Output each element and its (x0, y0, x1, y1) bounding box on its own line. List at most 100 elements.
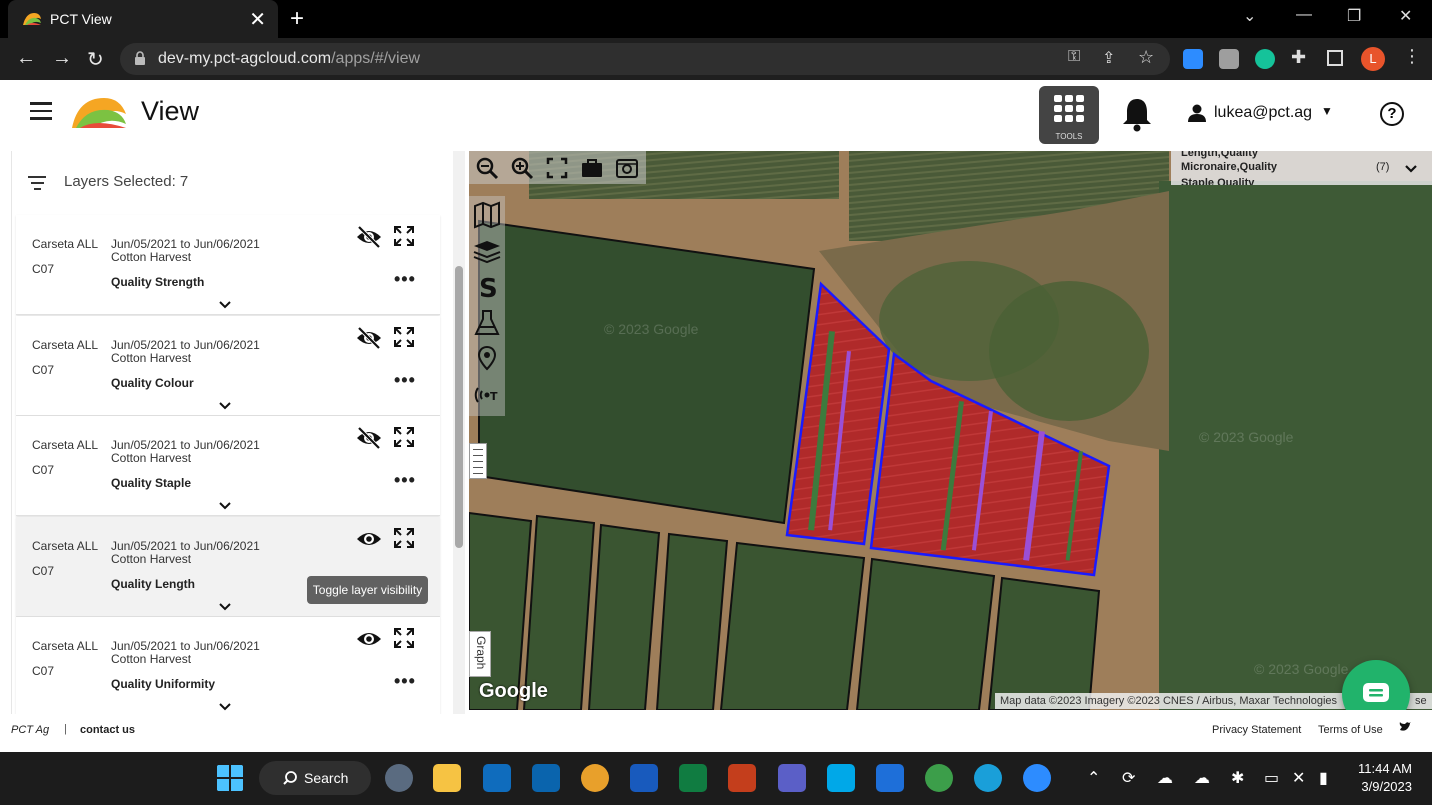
fullscreen-icon[interactable] (392, 626, 416, 650)
contact-link[interactable]: contact us (80, 724, 135, 736)
more-options-icon[interactable]: ••• (394, 671, 416, 692)
battery-icon[interactable]: ▮ (1319, 768, 1328, 788)
eye-off-icon[interactable] (355, 324, 383, 352)
url-input[interactable]: dev-my.pct-agcloud.com/apps/#/view ⚿ ⇪ ☆ (120, 43, 1170, 75)
lab-flask-icon[interactable] (472, 308, 502, 338)
privacy-link[interactable]: Privacy Statement (1212, 724, 1301, 736)
layer-item[interactable]: Carseta ALL C07 Jun/05/2021 to Jun/06/2021… (16, 416, 440, 516)
cloud-extension-icon[interactable] (1183, 49, 1203, 69)
chrome-icon[interactable] (581, 764, 609, 792)
mail-app-icon[interactable] (483, 764, 511, 792)
map-legend[interactable]: Length,Quality Micronaire,Quality Staple… (1171, 151, 1432, 185)
word-icon[interactable] (630, 764, 658, 792)
windows-start-icon[interactable] (216, 764, 244, 792)
close-icon[interactable]: ✕ (249, 7, 266, 32)
sidepanel-icon[interactable] (1327, 50, 1343, 66)
layer-item[interactable]: Carseta ALL C07 Jun/05/2021 to Jun/06/2021… (16, 315, 440, 416)
chrome-profile-icon[interactable] (925, 764, 953, 792)
tools-label: TOOLS (1055, 132, 1083, 141)
skype-icon[interactable] (827, 764, 855, 792)
fullscreen-icon[interactable] (392, 224, 416, 248)
panel-drag-handle[interactable] (469, 443, 487, 479)
more-options-icon[interactable]: ••• (394, 269, 416, 290)
eye-icon[interactable] (355, 525, 383, 553)
extension-icon[interactable] (1219, 49, 1239, 69)
back-icon[interactable]: ← (16, 47, 36, 70)
settings-app-icon[interactable] (385, 764, 413, 792)
edge-icon[interactable] (974, 764, 1002, 792)
forward-icon[interactable]: → (52, 47, 72, 70)
location-pin-icon[interactable] (472, 344, 502, 374)
star-icon[interactable]: ☆ (1138, 47, 1154, 68)
scrollbar-thumb[interactable] (455, 266, 463, 548)
company-name: PCT Ag (11, 724, 50, 736)
display-icon[interactable]: ▭ (1264, 768, 1279, 788)
fullscreen-icon[interactable] (392, 325, 416, 349)
twitter-icon[interactable] (1399, 722, 1411, 732)
menu-icon[interactable]: ⋮ (1403, 46, 1421, 67)
reload-icon[interactable]: ↻ (87, 47, 104, 72)
terms-link[interactable]: Terms of Use (1318, 724, 1383, 736)
eye-off-icon[interactable] (355, 424, 383, 452)
zoom-icon[interactable] (1023, 764, 1051, 792)
chevron-down-icon[interactable] (218, 599, 232, 610)
legend-line: Micronaire,Quality (1181, 161, 1277, 173)
fit-extent-icon[interactable] (545, 156, 569, 180)
layers-icon[interactable] (472, 236, 502, 266)
bluetooth-icon[interactable]: ✱ (1231, 768, 1244, 788)
file-explorer-icon[interactable] (433, 764, 461, 792)
restore-icon[interactable]: ❐ (1347, 6, 1361, 26)
outlook-icon[interactable] (532, 764, 560, 792)
window-close-icon[interactable]: ✕ (1399, 6, 1412, 26)
new-tab-icon[interactable]: + (290, 5, 304, 33)
iot-sensor-icon[interactable]: T (472, 380, 502, 410)
filter-icon[interactable] (28, 176, 46, 194)
zoom-in-icon[interactable] (510, 156, 534, 180)
tray-chevron-icon[interactable]: ⌃ (1087, 768, 1100, 788)
excel-icon[interactable] (679, 764, 707, 792)
share-icon[interactable]: ⇪ (1102, 48, 1115, 68)
puzzle-icon[interactable]: ✚ (1291, 47, 1306, 68)
chevron-down-icon[interactable] (218, 699, 232, 711)
teams-icon[interactable] (778, 764, 806, 792)
map-icon[interactable] (472, 200, 502, 230)
chevron-down-icon[interactable] (218, 498, 232, 510)
app-icon[interactable] (876, 764, 904, 792)
hamburger-menu-icon[interactable] (30, 102, 52, 120)
graph-tab[interactable]: Graph (469, 631, 491, 677)
taskbar-search[interactable]: Search (259, 761, 371, 795)
powerpoint-icon[interactable] (728, 764, 756, 792)
layer-field-code: C07 (32, 664, 55, 678)
chevron-down-icon[interactable] (218, 297, 232, 309)
chevron-down-icon[interactable] (218, 398, 232, 409)
eye-off-icon[interactable] (355, 223, 383, 251)
profile-avatar[interactable]: L (1361, 47, 1385, 71)
layer-item[interactable]: Carseta ALL C07 Jun/05/2021 to Jun/06/2021… (16, 215, 440, 315)
panel-scrollbar[interactable] (453, 151, 465, 714)
grammarly-icon[interactable] (1255, 49, 1275, 69)
mute-icon[interactable]: ✕ (1292, 768, 1305, 788)
more-options-icon[interactable]: ••• (394, 370, 416, 391)
fullscreen-icon[interactable] (392, 526, 416, 550)
fullscreen-icon[interactable] (392, 425, 416, 449)
minimize-icon[interactable]: — (1296, 6, 1312, 24)
browser-tab[interactable]: PCT View ✕ (8, 0, 278, 38)
eye-icon[interactable] (355, 625, 383, 653)
notification-bell-icon[interactable] (1120, 96, 1154, 132)
clock[interactable]: 11:44 AM 3/9/2023 (1352, 761, 1412, 794)
onedrive-icon[interactable]: ☁ (1157, 768, 1173, 788)
tools-button[interactable]: TOOLS (1039, 86, 1099, 144)
map-view[interactable]: © 2023 Google © 2023 Google © 2023 Googl… (469, 151, 1432, 710)
zoom-out-icon[interactable] (475, 156, 499, 180)
chevron-down-icon[interactable] (1404, 164, 1418, 174)
key-icon[interactable]: ⚿ (1068, 48, 1080, 66)
more-options-icon[interactable]: ••• (394, 470, 416, 491)
screenshot-icon[interactable] (615, 156, 639, 180)
sync-icon[interactable]: ⟳ (1122, 768, 1135, 788)
cloud-icon[interactable]: ☁ (1194, 768, 1210, 788)
briefcase-icon[interactable] (580, 156, 604, 180)
dollar-icon[interactable]: S (472, 272, 502, 302)
layer-item[interactable]: Carseta ALL C07 Jun/05/2021 to Jun/06/2021… (16, 617, 440, 714)
help-icon[interactable]: ? (1380, 102, 1404, 126)
tab-search-chevron-icon[interactable]: ⌄ (1243, 6, 1256, 26)
